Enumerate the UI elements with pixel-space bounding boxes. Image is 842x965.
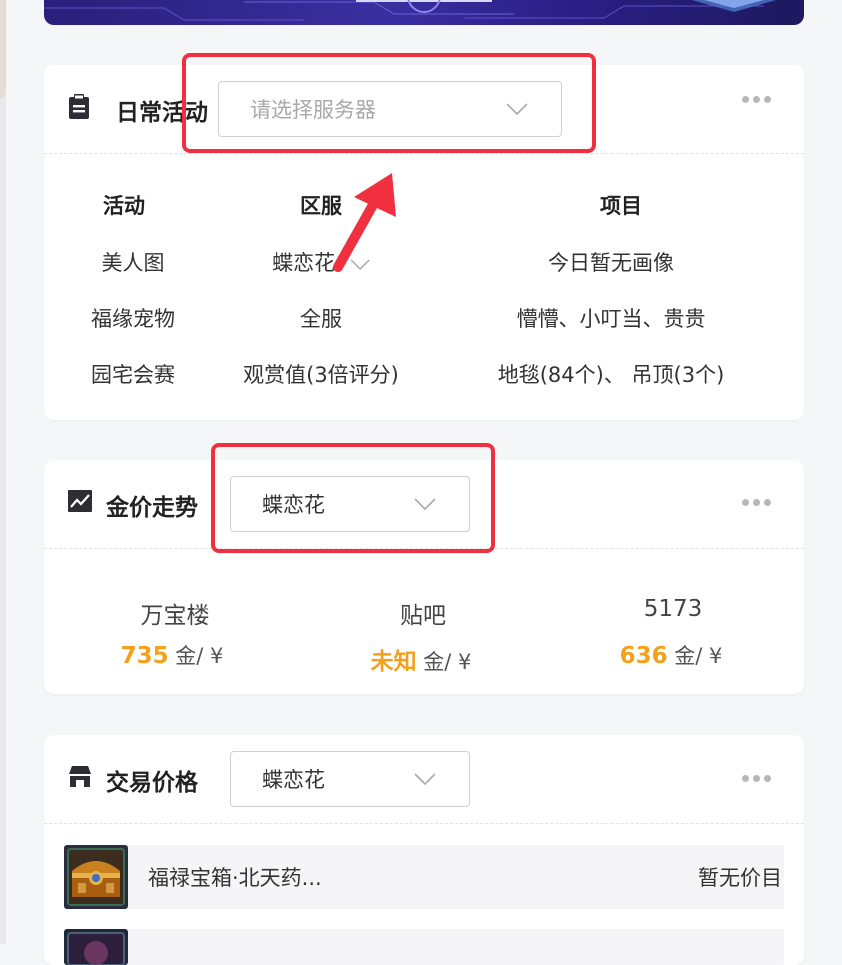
item-cell: 今日暂无画像	[548, 251, 674, 275]
trade-server-select[interactable]: 蝶恋花	[230, 751, 470, 807]
annotation-highlight-box	[182, 53, 596, 153]
clipboard-icon	[69, 94, 89, 119]
server-cell: 全服	[300, 307, 342, 331]
server-cell: 观赏值(3倍评分)	[243, 363, 399, 387]
more-dots-icon[interactable]	[742, 95, 776, 105]
gold-source-price: 636 金/ ¥	[620, 640, 723, 670]
trend-chart-icon	[68, 490, 92, 512]
chevron-down-icon	[414, 773, 436, 785]
gold-price-value: 636	[619, 643, 668, 669]
top-banner[interactable]	[44, 0, 804, 25]
gold-price-unit: 金/ ¥	[674, 644, 723, 668]
col-header-item: 项目	[600, 194, 642, 218]
server-cell-value: 蝶恋花	[272, 251, 336, 275]
gold-trend-title: 金价走势	[106, 495, 198, 521]
gold-price-unit: 金/ ¥	[175, 644, 224, 668]
gold-price-value: 735	[120, 643, 169, 669]
more-dots-icon[interactable]	[742, 774, 776, 784]
trade-item-name: 福禄宝箱·北天药...	[148, 866, 322, 890]
item-cell: 懵懵、小叮当、贵贵	[516, 307, 706, 331]
treasure-chest-icon	[64, 845, 128, 909]
activity-cell: 园宅会赛	[91, 363, 175, 387]
gold-source-price: 735 金/ ¥	[121, 640, 224, 670]
col-header-activity: 活动	[103, 194, 145, 218]
trade-item-row[interactable]: 福禄宝箱·北天药... 暂无价目	[64, 845, 784, 909]
trade-price-title: 交易价格	[106, 770, 198, 796]
trade-item-price: 暂无价目	[698, 866, 782, 890]
activity-cell: 美人图	[101, 251, 165, 275]
gold-price-unit: 金/ ¥	[423, 650, 472, 674]
gold-source-name: 万宝楼	[140, 603, 210, 629]
trade-price-card: 交易价格 蝶恋花 福禄宝箱·北天药... 暂无价目	[44, 735, 804, 965]
trade-item-row[interactable]	[64, 929, 784, 965]
gold-source-name: 贴吧	[400, 603, 446, 629]
annotation-highlight-box	[211, 443, 495, 553]
gold-source-name: 5173	[643, 596, 703, 622]
trade-server-value: 蝶恋花	[262, 768, 325, 792]
more-dots-icon[interactable]	[742, 498, 776, 508]
left-panel-edge	[0, 0, 6, 944]
circuit-pattern-icon	[44, 0, 776, 21]
trade-price-header: 交易价格 蝶恋花	[44, 735, 804, 824]
gold-source-price: 未知 金/ ¥	[371, 642, 472, 676]
shop-icon	[69, 766, 91, 787]
item-cell: 地毯(84个)、 吊顶(3个)	[497, 363, 725, 387]
activity-cell: 福缘宠物	[91, 307, 175, 331]
left-panel-thumb	[0, 0, 6, 98]
annotation-arrow-icon	[333, 173, 396, 272]
gold-price-value: 未知	[370, 649, 417, 675]
item-thumbnail-icon	[64, 929, 128, 965]
